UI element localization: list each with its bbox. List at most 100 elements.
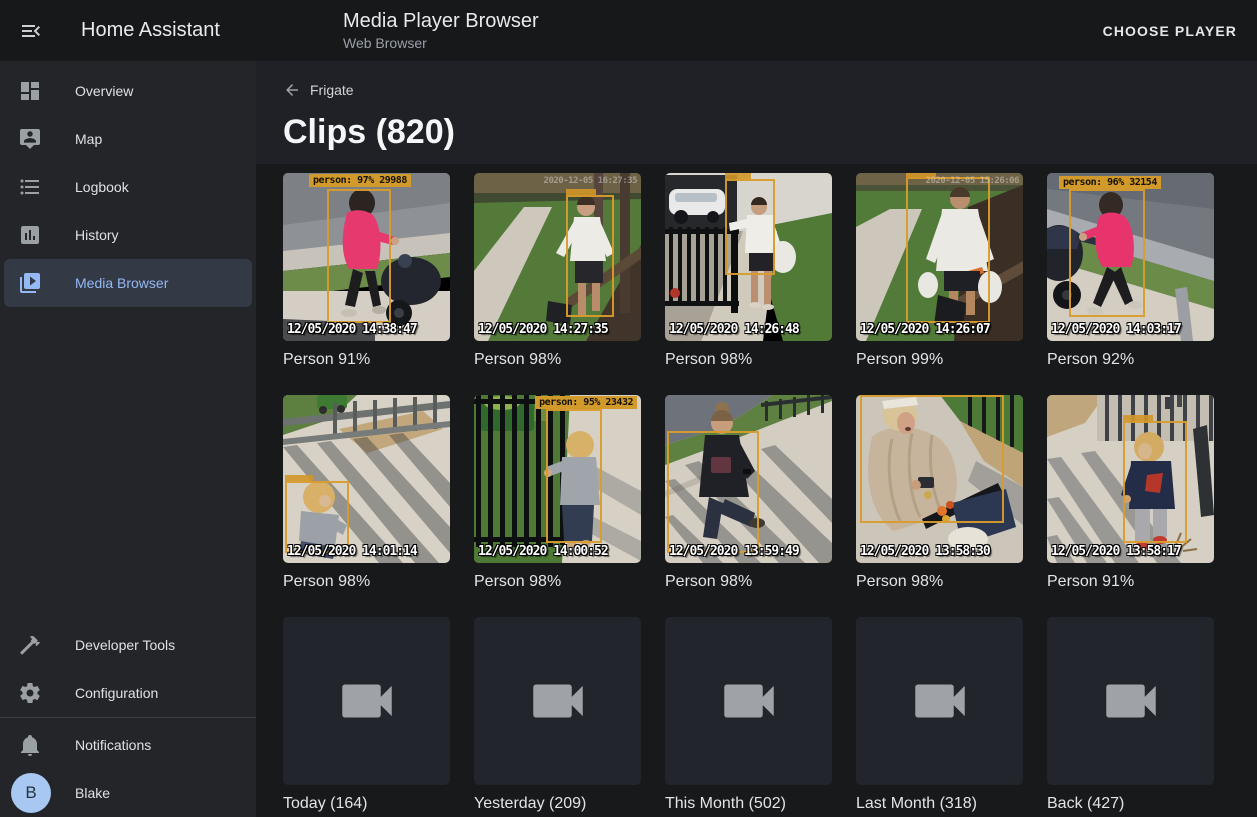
media-grid: person: 97% 29988 12/05/2020 14:38:47 Pe… [256,164,1257,817]
clip-thumbnail: 2020-12-05 15:26:06 12/05/2020 14:26:07 [856,173,1023,341]
detection-bbox [860,395,1004,523]
sidebar-item-label: Configuration [75,685,158,701]
clip-scene-image [474,173,641,341]
media-browser-icon [18,271,42,295]
clip-card[interactable]: 2020-12-05 16:27:35 12/05/2020 14:27:35 … [474,173,641,369]
detection-label: person: 97% 29988 [309,174,411,187]
timestamp-overlay: 12/05/2020 13:59:49 [669,544,799,559]
clip-thumbnail: 12/05/2020 14:26:48 [665,173,832,341]
clip-card[interactable]: 12/05/2020 14:26:48 Person 98% [665,173,832,369]
clip-thumbnail: 2020-12-05 16:27:35 12/05/2020 14:27:35 [474,173,641,341]
folder-caption: Back (427) [1047,794,1214,813]
clip-card[interactable]: 12/05/2020 14:01:14 Person 98% [283,395,450,591]
clip-thumbnail: person: 97% 29988 12/05/2020 14:38:47 [283,173,450,341]
app-bar: Home Assistant Media Player Browser Web … [0,0,1257,61]
sidebar-item-label: History [75,227,119,243]
timestamp-overlay: 12/05/2020 14:27:35 [478,322,608,337]
avatar: B [11,773,51,813]
clip-caption: Person 98% [665,572,832,591]
content-header: Frigate Clips (820) [256,61,1257,164]
bell-icon [18,733,42,757]
sidebar-item-map[interactable]: Map [0,115,256,163]
detection-label-small [1123,415,1153,421]
folder-card-today[interactable]: Today (164) [283,617,450,813]
clip-card[interactable]: 12/05/2020 13:59:49 Person 98% [665,395,832,591]
clip-caption: Person 98% [856,572,1023,591]
folder-card-this-month[interactable]: This Month (502) [665,617,832,813]
clip-caption: Person 98% [474,350,641,369]
timestamp-overlay: 12/05/2020 14:38:47 [287,322,417,337]
map-account-icon [18,127,42,151]
folder-card-back[interactable]: Back (427) [1047,617,1214,813]
folder-card-last-month[interactable]: Last Month (318) [856,617,1023,813]
video-camera-icon [907,668,973,734]
sidebar: Overview Map Logbook History Media Brows… [0,61,256,817]
clip-card[interactable]: person: 96% 32154 12/05/2020 14:03:17 Pe… [1047,173,1214,369]
folder-thumbnail [856,617,1023,785]
detection-bbox [1069,189,1145,317]
breadcrumb-back-frigate[interactable]: Frigate [283,81,354,99]
history-icon [18,223,42,247]
clip-thumbnail: 12/05/2020 13:58:17 [1047,395,1214,563]
detection-label: person: 95% 23432 [535,396,637,409]
detection-bbox [566,195,614,317]
menu-open-icon [19,19,43,43]
clip-card[interactable]: person: 95% 23432 12/05/2020 14:00:52 Pe… [474,395,641,591]
clip-caption: Person 98% [283,572,450,591]
breadcrumb-label: Frigate [310,82,354,98]
timestamp-overlay: 12/05/2020 14:01:14 [287,544,417,559]
timestamp-overlay: 12/05/2020 13:58:30 [860,544,990,559]
folder-thumbnail [665,617,832,785]
sidebar-item-logbook[interactable]: Logbook [0,163,256,211]
clip-card[interactable]: person: 97% 29988 12/05/2020 14:38:47 Pe… [283,173,450,369]
choose-player-button[interactable]: CHOOSE PLAYER [1087,13,1253,49]
page-title: Clips (820) [283,112,1230,152]
timestamp-overlay: 12/05/2020 14:03:17 [1051,322,1181,337]
sidebar-item-label: Logbook [75,179,129,195]
clip-thumbnail: person: 95% 23432 12/05/2020 14:00:52 [474,395,641,563]
clip-caption: Person 98% [665,350,832,369]
camera-timestamp-faint: 2020-12-05 15:26:06 [926,176,1019,186]
folder-caption: Last Month (318) [856,794,1023,813]
media-player-browser-header: Media Player Browser Web Browser [343,9,539,52]
sidebar-item-configuration[interactable]: Configuration [0,669,256,717]
clip-card[interactable]: 2020-12-05 15:26:06 12/05/2020 14:26:07 … [856,173,1023,369]
timestamp-overlay: 12/05/2020 14:26:07 [860,322,990,337]
arrow-left-icon [283,81,301,99]
sidebar-item-notifications[interactable]: Notifications [0,721,256,769]
media-browser-subtitle: Web Browser [343,35,539,52]
app-bar-left: Home Assistant [0,18,256,44]
video-camera-icon [1098,668,1164,734]
clip-caption: Person 98% [474,572,641,591]
sidebar-item-media-browser[interactable]: Media Browser [4,259,252,307]
dashboard-icon [18,79,42,103]
video-camera-icon [716,668,782,734]
detection-bbox [667,431,759,553]
folder-caption: Yesterday (209) [474,794,641,813]
video-camera-icon [525,668,591,734]
detection-label-small [566,189,596,195]
timestamp-overlay: 12/05/2020 13:58:17 [1051,544,1181,559]
clip-card[interactable]: 12/05/2020 13:58:17 Person 91% [1047,395,1214,591]
sidebar-toggle-button[interactable] [18,18,44,44]
clip-caption: Person 92% [1047,350,1214,369]
clip-card[interactable]: 12/05/2020 13:58:30 Person 98% [856,395,1023,591]
media-browser-content: Frigate Clips (820) [256,61,1257,817]
user-name: Blake [75,785,110,801]
clip-caption: Person 91% [1047,572,1214,591]
sidebar-item-user-profile[interactable]: B Blake [0,769,256,817]
folder-thumbnail [1047,617,1214,785]
gear-icon [18,681,42,705]
app-title: Home Assistant [81,19,220,42]
clip-thumbnail: person: 96% 32154 12/05/2020 14:03:17 [1047,173,1214,341]
hammer-icon [18,633,42,657]
sidebar-spacer [0,307,256,621]
folder-card-yesterday[interactable]: Yesterday (209) [474,617,641,813]
sidebar-item-history[interactable]: History [0,211,256,259]
clip-caption: Person 91% [283,350,450,369]
sidebar-item-overview[interactable]: Overview [0,67,256,115]
sidebar-item-label: Overview [75,83,133,99]
clip-thumbnail: 12/05/2020 14:01:14 [283,395,450,563]
folder-thumbnail [474,617,641,785]
sidebar-item-developer-tools[interactable]: Developer Tools [0,621,256,669]
